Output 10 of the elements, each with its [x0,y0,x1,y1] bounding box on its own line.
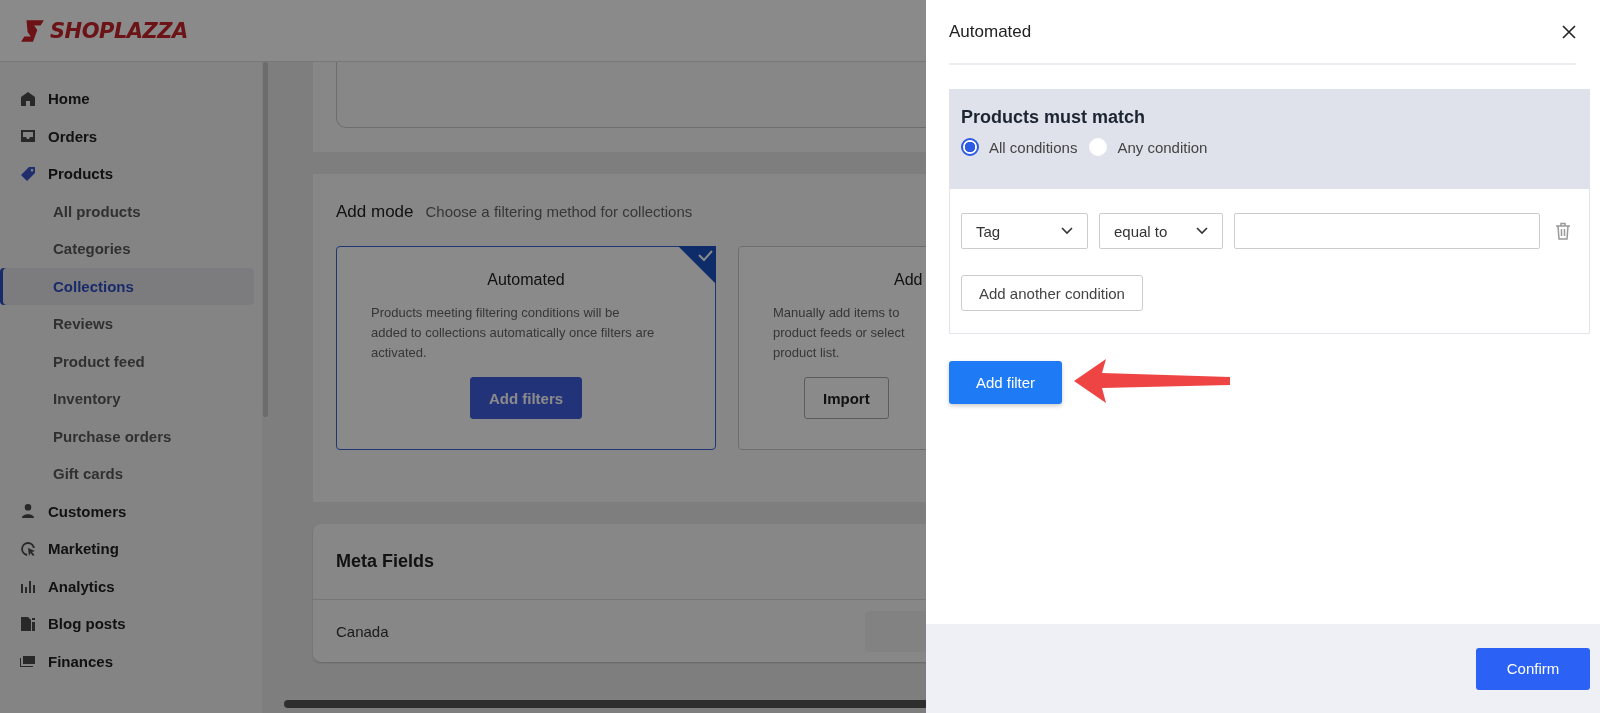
option-description: Products meeting filtering conditions will be added to collections automatically once filters are activated. [370,304,655,362]
option-description: Manually add items to product feeds or select product list. [772,304,905,362]
section-title: Add mode [336,202,414,222]
panel-title: Products must match [961,107,1147,128]
option-title: Add [893,271,923,289]
section-subtitle: Choose a filtering method for collections [425,203,693,220]
option-title: Automated [487,271,565,289]
field-label: Canada [336,622,389,640]
brand-name: SHOPLAZZA [50,18,188,43]
drawer-title: Automated [949,21,1032,42]
